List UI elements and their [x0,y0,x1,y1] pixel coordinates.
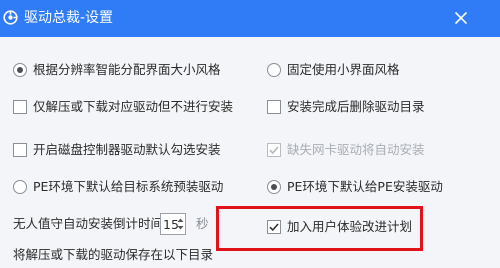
annotation-highlight-box [216,206,423,251]
unattended-countdown-label: 无人值守自动安装倒计时间: [13,216,168,231]
checkbox-extract-no-install-label: 仅解压或下载对应驱动但不进行安装 [33,99,234,114]
countdown-stepper[interactable] [160,213,186,235]
countdown-input[interactable] [163,216,178,232]
radio-ui-small-fixed-label: 固定使用小界面风格 [287,62,400,77]
countdown-unit: 秒 [196,216,209,231]
stepper-arrows-icon[interactable] [177,215,184,233]
close-icon[interactable] [452,9,470,27]
checkbox-delete-dir-label: 安装完成后删除驱动目录 [287,99,425,114]
title-bar: 驱动总裁-设置 [0,0,500,37]
checkbox-missing-nic-label: 缺失网卡驱动将自动安装 [287,142,425,157]
radio-unselected-icon [13,180,27,194]
radio-pe-target-preinstall-label: PE环境下默认给目标系统预装驱动 [33,179,224,194]
app-logo-icon [3,10,18,25]
checkbox-unchecked-icon [13,100,27,114]
radio-selected-icon [267,180,281,194]
radio-ui-auto-size-label: 根据分辨率智能分配界面大小风格 [33,62,221,77]
checkbox-checked-disabled-icon [267,143,281,157]
checkbox-unchecked-icon [267,100,281,114]
checkbox-unchecked-icon [13,143,27,157]
radio-unselected-icon [267,63,281,77]
window-title: 驱动总裁-设置 [24,10,114,26]
radio-selected-icon [13,63,27,77]
save-directory-label: 将解压或下载的驱动保存在以下目录 [13,247,214,262]
radio-pe-install-for-pe-label: PE环境下默认给PE安装驱动 [287,179,443,194]
checkbox-disk-controller-label: 开启磁盘控制器驱动默认勾选安装 [33,142,221,157]
